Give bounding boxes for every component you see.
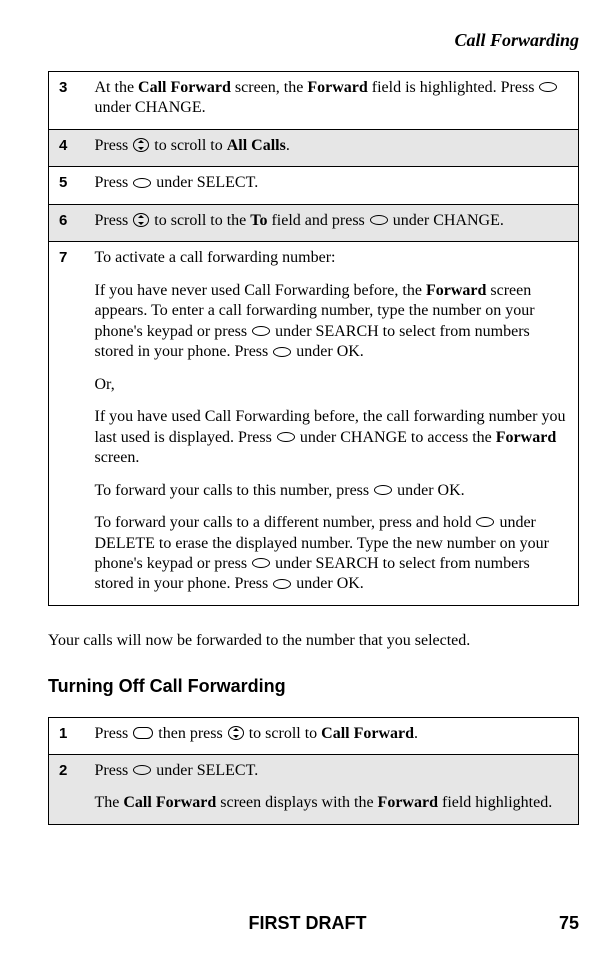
page-footer: FIRST DRAFT 75: [0, 913, 615, 934]
step-body: Press under SELECT.: [85, 167, 579, 204]
step-number: 5: [49, 167, 85, 204]
step-number: 4: [49, 129, 85, 166]
softkey-icon: [277, 432, 295, 442]
step-number: 2: [49, 754, 85, 824]
step-row: 1Press then press to scroll to Call Forw…: [49, 717, 579, 754]
softkey-icon: [374, 485, 392, 495]
menu-key-icon: [133, 727, 153, 739]
scroll-icon: [133, 213, 149, 227]
steps-table-2: 1Press then press to scroll to Call Forw…: [48, 717, 579, 825]
scroll-icon: [133, 138, 149, 152]
conclusion-text: Your calls will now be forwarded to the …: [48, 630, 579, 652]
step-body: Press then press to scroll to Call Forwa…: [85, 717, 579, 754]
step-row: 7To activate a call forwarding number:If…: [49, 242, 579, 606]
step-number: 1: [49, 717, 85, 754]
softkey-icon: [370, 215, 388, 225]
footer-draft-label: FIRST DRAFT: [249, 913, 367, 934]
step-row: 5Press under SELECT.: [49, 167, 579, 204]
step-body: To activate a call forwarding number:If …: [85, 242, 579, 606]
step-body: At the Call Forward screen, the Forward …: [85, 72, 579, 130]
subheading-turning-off: Turning Off Call Forwarding: [48, 676, 579, 697]
step-row: 6Press to scroll to the To field and pre…: [49, 204, 579, 241]
steps-table-1: 3At the Call Forward screen, the Forward…: [48, 71, 579, 606]
step-body: Press under SELECT.The Call Forward scre…: [85, 754, 579, 824]
step-number: 3: [49, 72, 85, 130]
step-row: 2Press under SELECT.The Call Forward scr…: [49, 754, 579, 824]
step-row: 3At the Call Forward screen, the Forward…: [49, 72, 579, 130]
softkey-icon: [273, 347, 291, 357]
softkey-icon: [273, 579, 291, 589]
scroll-icon: [228, 726, 244, 740]
softkey-icon: [252, 326, 270, 336]
softkey-icon: [476, 517, 494, 527]
footer-page-number: 75: [559, 913, 579, 934]
softkey-icon: [539, 82, 557, 92]
step-number: 6: [49, 204, 85, 241]
step-body: Press to scroll to All Calls.: [85, 129, 579, 166]
step-row: 4Press to scroll to All Calls.: [49, 129, 579, 166]
softkey-icon: [252, 558, 270, 568]
step-number: 7: [49, 242, 85, 606]
softkey-icon: [133, 765, 151, 775]
softkey-icon: [133, 178, 151, 188]
step-body: Press to scroll to the To field and pres…: [85, 204, 579, 241]
page-header-title: Call Forwarding: [48, 30, 579, 51]
